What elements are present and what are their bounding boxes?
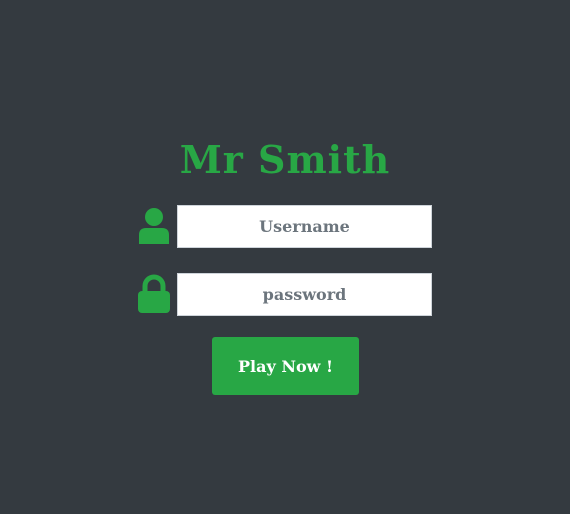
page-title: Mr Smith (179, 137, 391, 182)
user-icon (137, 206, 171, 246)
password-input[interactable] (177, 273, 432, 316)
lock-icon (137, 274, 171, 314)
play-now-button[interactable]: Play Now ! (212, 337, 359, 395)
username-input[interactable] (177, 205, 432, 248)
